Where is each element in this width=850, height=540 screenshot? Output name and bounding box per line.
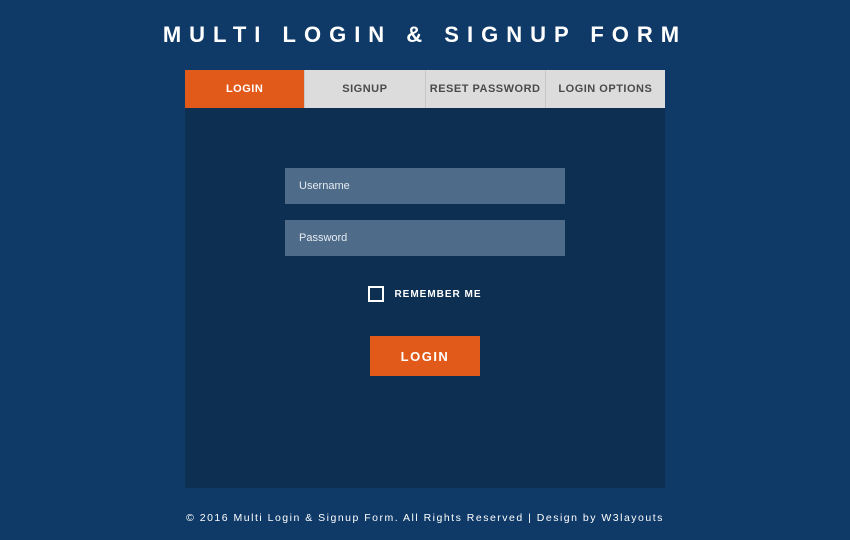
remember-me-toggle[interactable]: REMEMBER ME bbox=[368, 286, 481, 302]
login-panel: REMEMBER ME LOGIN bbox=[185, 108, 665, 488]
auth-card: LOGIN SIGNUP RESET PASSWORD LOGIN OPTION… bbox=[185, 70, 665, 488]
checkbox-icon bbox=[368, 286, 384, 302]
tab-signup[interactable]: SIGNUP bbox=[304, 70, 424, 108]
tab-reset-password[interactable]: RESET PASSWORD bbox=[425, 70, 545, 108]
tab-login-options[interactable]: LOGIN OPTIONS bbox=[545, 70, 665, 108]
login-button[interactable]: LOGIN bbox=[370, 336, 480, 376]
password-field[interactable] bbox=[285, 220, 565, 256]
page-title: MULTI LOGIN & SIGNUP FORM bbox=[163, 22, 687, 48]
tab-bar: LOGIN SIGNUP RESET PASSWORD LOGIN OPTION… bbox=[185, 70, 665, 108]
tab-login[interactable]: LOGIN bbox=[185, 70, 304, 108]
remember-me-label: REMEMBER ME bbox=[394, 289, 481, 300]
username-field[interactable] bbox=[285, 168, 565, 204]
footer-text: © 2016 Multi Login & Signup Form. All Ri… bbox=[186, 512, 664, 524]
